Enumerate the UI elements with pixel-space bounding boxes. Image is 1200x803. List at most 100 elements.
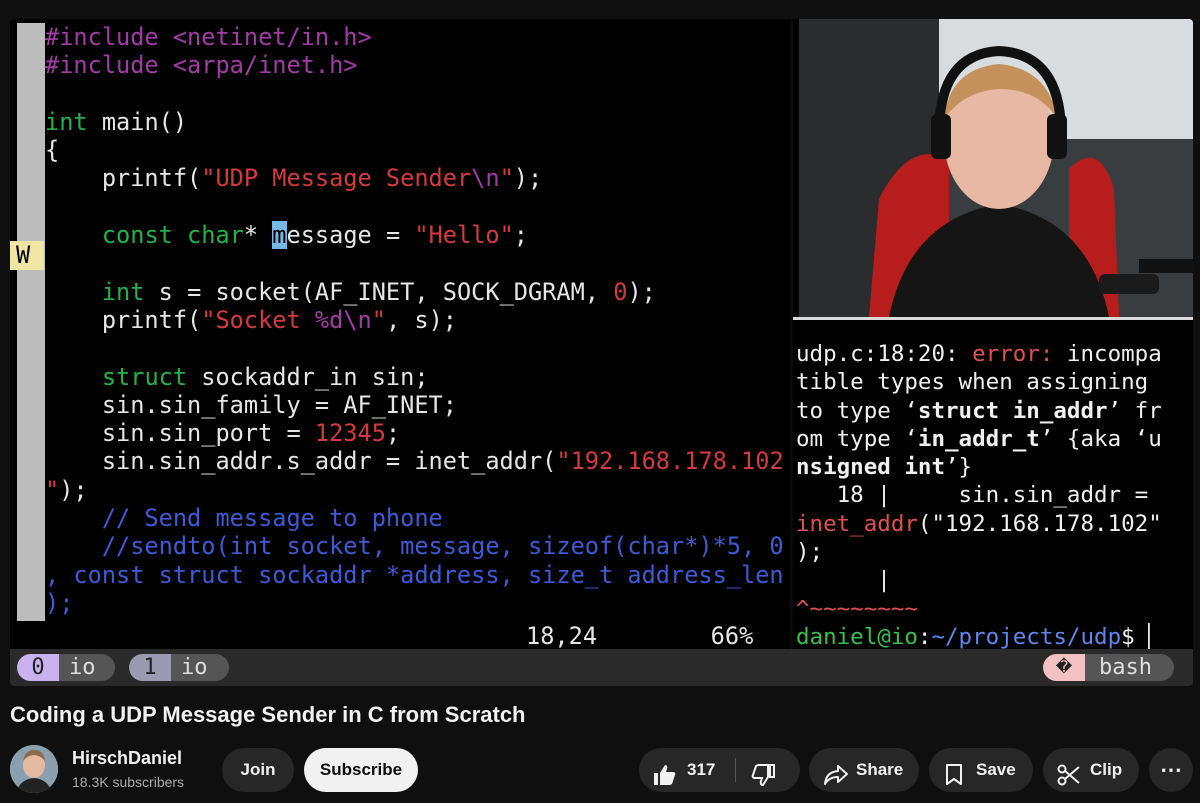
terminal-line-segment: struct in_addr <box>917 397 1108 424</box>
code-line-segment: //sendto(int socket, message, sizeof(cha… <box>45 532 784 561</box>
code-line-segment: " <box>45 475 60 504</box>
session-label: bash <box>1085 654 1174 681</box>
code-line-segment: "Hello" <box>414 221 514 250</box>
code-line: // Send message to phone <box>45 504 784 532</box>
code-line-segment: " <box>371 305 386 334</box>
subscriber-count: 18.3K subscribers <box>72 774 185 790</box>
terminal-output: udp.c:18:20: error: incompa tible types w… <box>796 340 1162 649</box>
session-icon: � <box>1043 654 1085 681</box>
code-line-segment <box>45 363 102 391</box>
code-line: ); <box>45 589 784 617</box>
code-line-segment: ); <box>45 588 74 617</box>
tmux-tab-1[interactable]: 1 io <box>129 654 229 681</box>
code-line: #include <arpa/inet.h> <box>45 51 784 79</box>
terminal-line-segment: nsigned int <box>796 454 946 481</box>
code-line-segment: int <box>101 277 145 306</box>
code-line-segment: #include <box>45 51 173 80</box>
terminal-line-segment: incompa <box>1053 341 1162 367</box>
code-line: int s = socket(AF_INET, SOCK_DGRAM, 0); <box>45 278 784 306</box>
channel-name[interactable]: HirschDaniel <box>72 748 182 769</box>
clip-button[interactable]: Clip <box>1043 748 1139 792</box>
video-player[interactable]: W #include <netinet/in.h> #include <arpa/… <box>10 19 1193 686</box>
share-label: Share <box>856 760 904 779</box>
code-line-segment: struct <box>101 362 188 391</box>
code-line-segment: , const struct sockaddr *address, size_t… <box>45 560 784 589</box>
code-line-segment <box>45 278 102 306</box>
thumbs-up-icon[interactable] <box>653 759 677 803</box>
terminal-line: tible types when assigning <box>796 368 1162 396</box>
tmux-session-indicator: � bash <box>1043 654 1174 681</box>
code-line: const char* message = "Hello"; <box>45 221 784 250</box>
code-line-segment: printf( <box>45 305 202 334</box>
code-line-segment: essage = <box>286 221 415 250</box>
code-line-segment: 0 <box>613 277 628 306</box>
clip-label: Clip <box>1090 760 1123 779</box>
save-button[interactable]: Save <box>929 748 1033 792</box>
code-line-segment: ); <box>513 164 543 193</box>
video-title: Coding a UDP Message Sender in C from Sc… <box>10 702 526 727</box>
code-line-segment: "192.168.178.102 <box>556 447 784 476</box>
share-button[interactable]: Share <box>809 748 919 792</box>
terminal-line-segment: daniel@io <box>796 623 918 649</box>
code-line-segment: " <box>499 164 514 193</box>
tmux-tab-number: 1 <box>129 654 171 681</box>
share-arrow-icon <box>823 759 849 803</box>
code-line-segment: ; <box>385 419 401 448</box>
code-line-segment: <arpa/inet.h> <box>172 51 358 80</box>
code-line-segment: sockaddr_in sin; <box>187 362 429 391</box>
terminal-line-segment: om type ‘ <box>796 425 918 452</box>
join-button[interactable]: Join <box>222 748 294 792</box>
code-line-segment: s = socket(AF_INET, SOCK_DGRAM, <box>144 277 614 306</box>
code-line-segment <box>45 221 102 249</box>
terminal-line-segment: tible types when assigning <box>796 369 1149 396</box>
terminal-line: inet_addr("192.168.178.102" <box>796 510 1162 538</box>
code-line-segment: , s); <box>385 305 457 334</box>
terminal-line-segment: ~/projects/udp <box>931 623 1122 649</box>
tmux-tab-name: io <box>171 654 229 681</box>
channel-avatar[interactable] <box>10 745 58 793</box>
terminal-line: | <box>796 566 1162 594</box>
scissors-icon <box>1057 759 1081 803</box>
code-line-segment: main() <box>87 107 188 136</box>
code-line: printf("UDP Message Sender\n"); <box>45 164 784 192</box>
more-actions-button[interactable]: ⋯ <box>1149 748 1193 792</box>
code-buffer: #include <netinet/in.h> #include <arpa/in… <box>45 23 784 617</box>
code-line-segment: ; <box>513 221 529 250</box>
code-line-segment: m <box>272 221 287 250</box>
terminal-line: ^~~~~~~~~ <box>796 595 1162 623</box>
code-line: { <box>45 136 784 164</box>
like-divider <box>735 758 736 782</box>
tmux-tab-0[interactable]: 0 io <box>17 654 115 681</box>
terminal-line: 18 | sin.sin_addr = <box>796 481 1162 509</box>
terminal-line-segment: ’ {aka ‘u <box>1039 425 1162 452</box>
terminal-line-segment: error: <box>972 341 1054 367</box>
tmux-status-bar: 0 io 1 io � bash <box>10 649 1193 686</box>
like-count[interactable]: 317 <box>687 748 715 792</box>
code-line-segment: <netinet/in.h> <box>172 23 372 51</box>
terminal-line-segment: ); <box>796 539 824 566</box>
code-line-segment: %d\n <box>314 305 372 334</box>
bookmark-icon <box>945 759 963 803</box>
code-line-segment: * <box>243 221 273 250</box>
terminal-line-segment: udp.c:18:20: <box>796 341 973 367</box>
code-line: sin.sin_family = AF_INET; <box>45 391 784 419</box>
code-line-segment: sin.sin_port = <box>45 419 315 448</box>
scroll-percent: 66% <box>710 622 754 650</box>
terminal-line: udp.c:18:20: error: incompa <box>796 340 1162 368</box>
more-icon: ⋯ <box>1160 757 1182 782</box>
code-line-segment: sin.sin_addr.s_addr = inet_addr( <box>45 447 557 476</box>
terminal-line: ); <box>796 538 1162 566</box>
code-line-segment: int <box>45 107 88 136</box>
terminal-line-segment: : <box>917 623 932 649</box>
subscribe-button[interactable]: Subscribe <box>304 748 418 792</box>
code-line-segment: printf( <box>45 164 202 193</box>
terminal-line: nsigned int’} <box>796 453 1162 481</box>
tmux-tab-name: io <box>59 654 115 681</box>
code-line-segment: 12345 <box>314 419 386 448</box>
terminal-line-segment: ’} <box>945 454 973 481</box>
code-line: printf("Socket %d\n", s); <box>45 306 784 334</box>
webcam-overlay <box>799 19 1193 317</box>
thumbs-down-icon[interactable] <box>751 759 775 803</box>
terminal-line-segment: ^~~~~~~~~ <box>796 595 918 622</box>
